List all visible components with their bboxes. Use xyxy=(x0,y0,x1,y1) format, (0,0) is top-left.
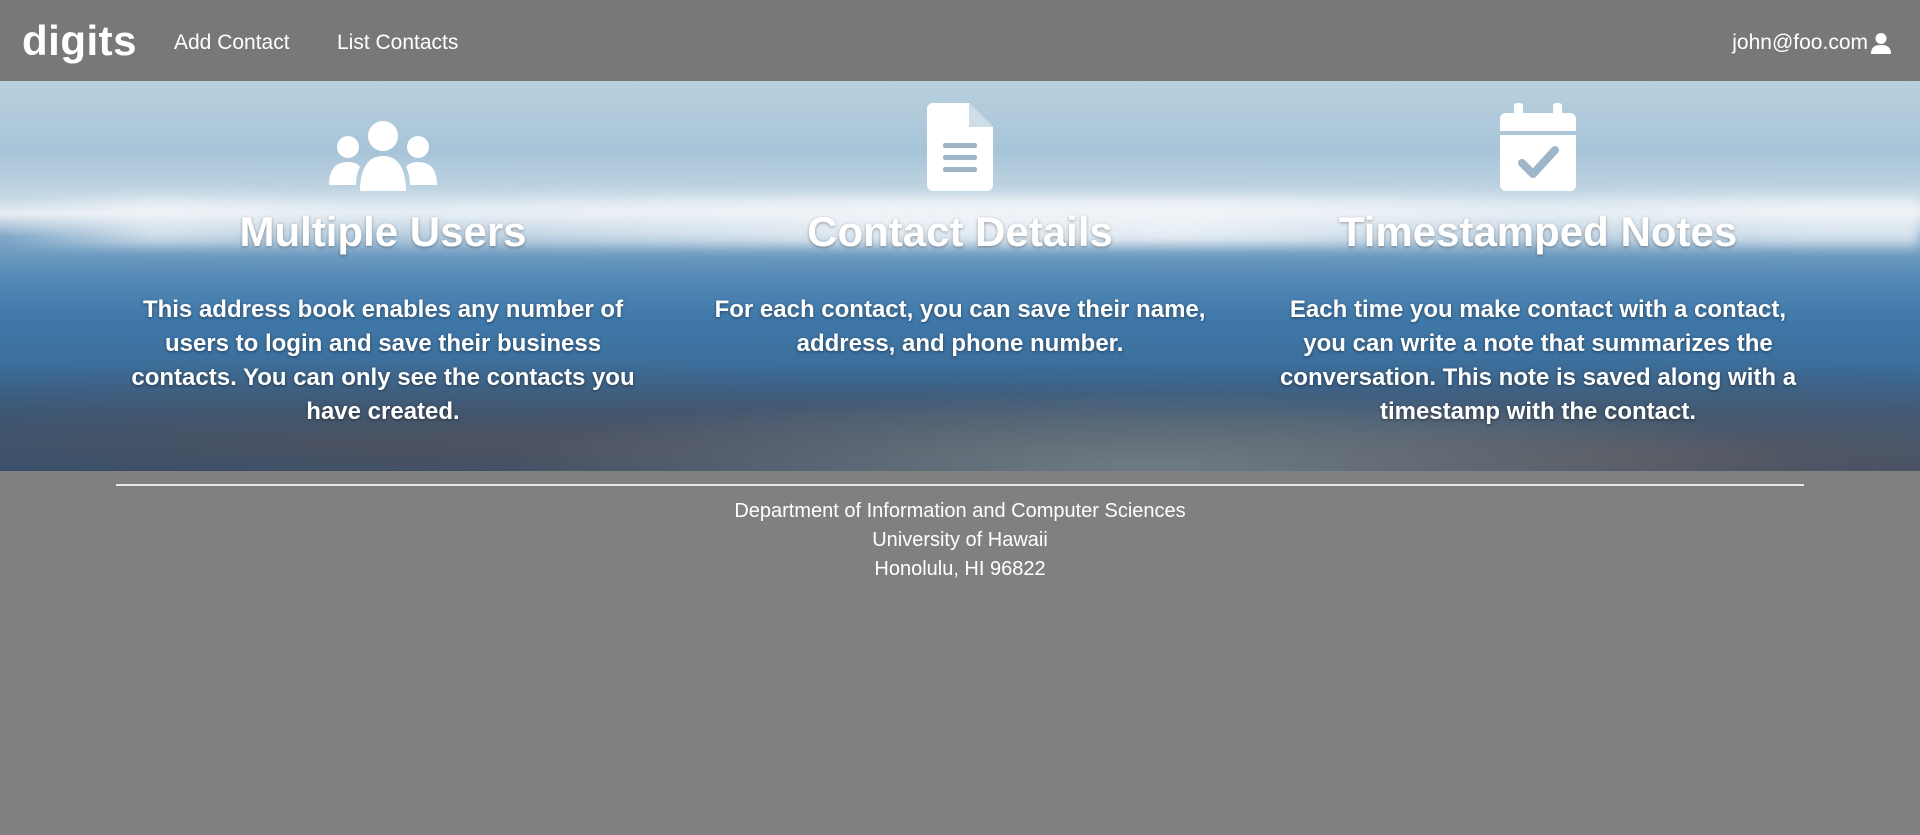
nav-list-contacts[interactable]: List Contacts xyxy=(337,30,458,56)
feature-multiple-users: Multiple Users This address book enables… xyxy=(113,81,653,429)
feature-timestamped-notes: Timestamped Notes Each time you make con… xyxy=(1268,81,1808,429)
footer-divider xyxy=(116,484,1804,486)
user-icon xyxy=(1870,32,1892,54)
nav-add-contact[interactable]: Add Contact xyxy=(174,30,290,56)
footer-department: Department of Information and Computer S… xyxy=(734,500,1186,522)
feature-description: For each contact, you can save their nam… xyxy=(714,296,1206,357)
brand-logo[interactable]: digits xyxy=(22,16,137,66)
footer-address: Honolulu, HI 96822 xyxy=(874,558,1046,580)
calendar-check-icon xyxy=(1268,81,1808,191)
top-navbar: digits Add Contact List Contacts john@fo… xyxy=(0,0,1920,81)
feature-contact-details: Contact Details For each contact, you ca… xyxy=(690,81,1230,361)
user-email: john@foo.com xyxy=(1732,31,1868,54)
feature-title: Multiple Users xyxy=(239,208,527,255)
hero-banner: Multiple Users This address book enables… xyxy=(0,81,1920,471)
footer-university: University of Hawaii xyxy=(872,529,1048,551)
footer: Department of Information and Computer S… xyxy=(0,497,1920,584)
file-lines-icon xyxy=(690,81,1230,191)
users-icon xyxy=(113,81,653,191)
feature-title: Timestamped Notes xyxy=(1338,208,1738,255)
user-menu[interactable]: john@foo.com xyxy=(1732,30,1892,56)
feature-description: This address book enables any number of … xyxy=(131,296,635,425)
feature-description: Each time you make contact with a contac… xyxy=(1279,296,1797,425)
feature-title: Contact Details xyxy=(807,208,1113,255)
